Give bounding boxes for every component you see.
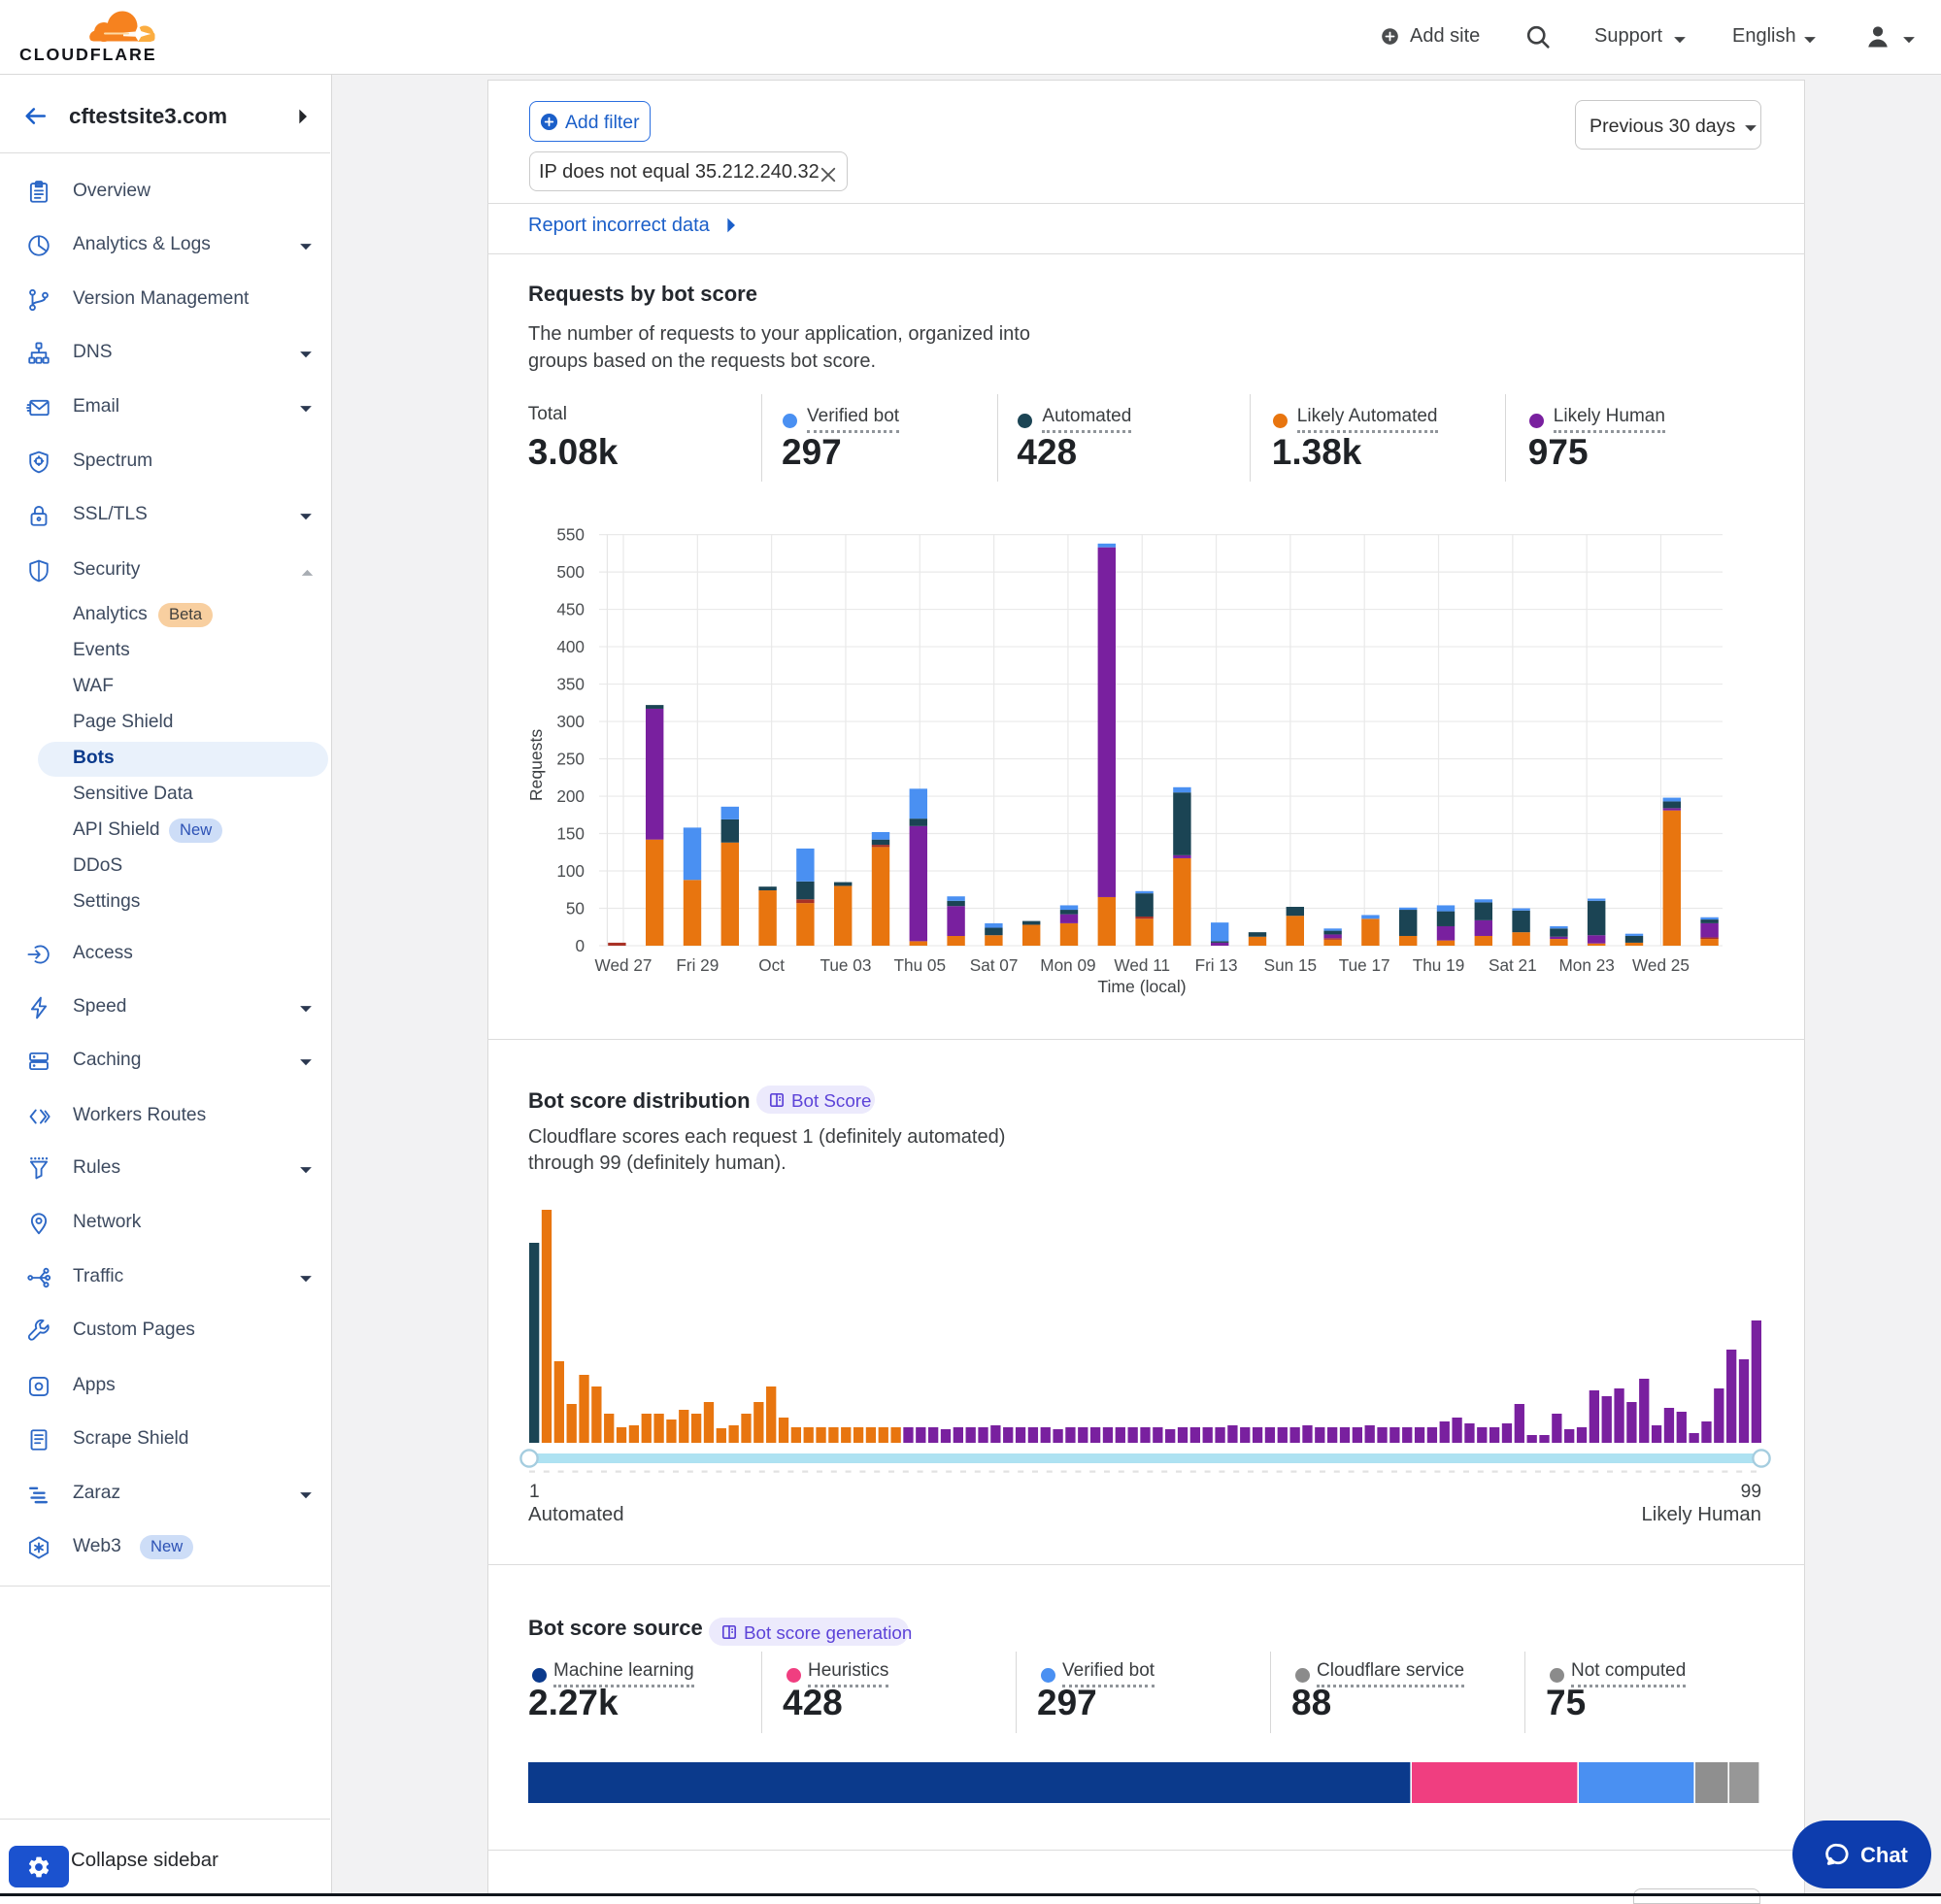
svg-text:Thu 05: Thu 05	[894, 955, 947, 975]
svg-text:Wed 25: Wed 25	[1632, 955, 1690, 975]
svg-text:Thu 19: Thu 19	[1413, 955, 1465, 975]
svg-text:Sun 15: Sun 15	[1264, 955, 1317, 975]
svg-text:Tue 03: Tue 03	[820, 955, 872, 975]
svg-text:50: 50	[566, 899, 585, 919]
svg-text:Mon 09: Mon 09	[1040, 955, 1095, 975]
svg-text:500: 500	[556, 562, 585, 582]
svg-text:250: 250	[556, 750, 585, 769]
svg-text:Wed 27: Wed 27	[595, 955, 653, 975]
svg-text:150: 150	[556, 824, 585, 844]
svg-text:400: 400	[556, 637, 585, 656]
svg-text:Fri 13: Fri 13	[1195, 955, 1238, 975]
svg-text:Tue 17: Tue 17	[1339, 955, 1390, 975]
svg-text:Time (local): Time (local)	[1097, 977, 1186, 996]
svg-text:Sat 07: Sat 07	[970, 955, 1019, 975]
svg-text:Mon 23: Mon 23	[1558, 955, 1614, 975]
svg-text:300: 300	[556, 712, 585, 731]
svg-text:100: 100	[556, 861, 585, 881]
svg-text:Wed 11: Wed 11	[1114, 955, 1170, 975]
svg-text:0: 0	[575, 936, 585, 955]
svg-text:450: 450	[556, 600, 585, 619]
svg-text:Fri 29: Fri 29	[676, 955, 719, 975]
svg-text:Oct: Oct	[758, 955, 785, 975]
svg-text:200: 200	[556, 786, 585, 806]
svg-text:350: 350	[556, 675, 585, 694]
svg-text:Sat 21: Sat 21	[1489, 955, 1537, 975]
svg-text:Requests: Requests	[526, 729, 546, 802]
svg-text:550: 550	[556, 525, 585, 545]
